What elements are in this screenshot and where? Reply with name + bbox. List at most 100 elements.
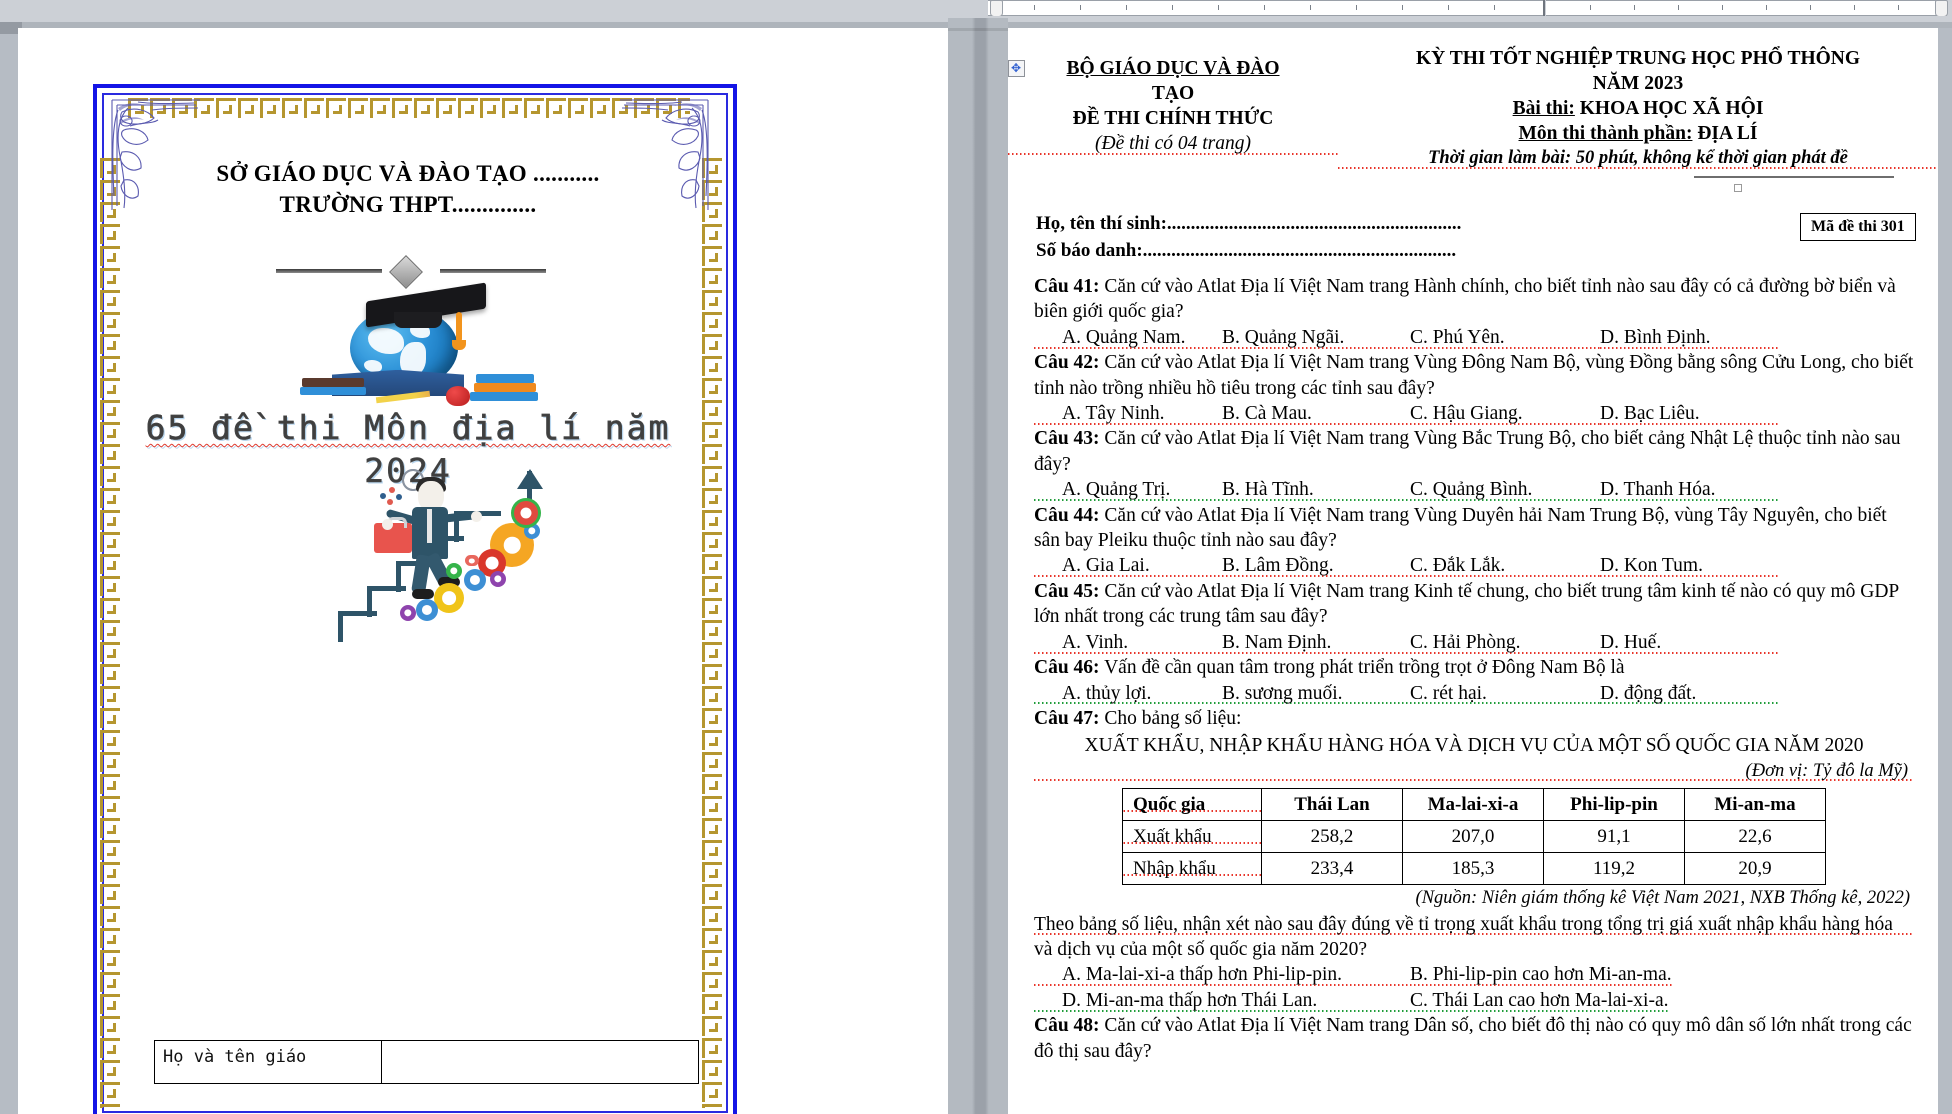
option-d[interactable]: D. Huế.: [1600, 629, 1780, 656]
exam-header-right: KỲ THI TỐT NGHIỆP TRUNG HỌC PHỔ THÔNG NĂ…: [1338, 46, 1938, 171]
cell-export-0: 258,2: [1261, 820, 1403, 854]
greek-key-border-top: [128, 98, 690, 118]
teacher-name-label[interactable]: Họ và tên giáo: [154, 1040, 382, 1084]
cover-school-line: TRƯỜNG THPT..............: [279, 192, 537, 217]
ruler-tick: [1218, 5, 1219, 10]
option-c[interactable]: C. Quảng Bình.: [1410, 477, 1600, 503]
option-a[interactable]: A. Quảng Trị.: [1034, 477, 1222, 503]
candidate-name-line[interactable]: Họ, tên thí sinh:.......................…: [1036, 210, 1461, 237]
option-c[interactable]: C. Hậu Giang.: [1410, 401, 1600, 427]
greek-key-unit: [326, 98, 346, 118]
ministry-line1: BỘ GIÁO DỤC VÀ ĐÀO: [1066, 58, 1280, 79]
option-a[interactable]: A. thủy lợi.: [1034, 680, 1222, 706]
right-indent-marker[interactable]: [1935, 0, 1948, 16]
ruler-tick: [1402, 5, 1403, 10]
data-table-source: (Nguồn: Niên giám thống kê Việt Nam 2021…: [1415, 888, 1910, 909]
option-b[interactable]: B. Cà Mau.: [1222, 401, 1410, 427]
table-resize-handle-icon[interactable]: [1734, 184, 1742, 192]
book-stack-2: [300, 387, 366, 395]
option-b[interactable]: B. sương muối.: [1222, 680, 1410, 706]
greek-key-unit: [702, 488, 722, 508]
greek-key-unit: [370, 98, 390, 118]
col-header-0: Thái Lan: [1261, 788, 1403, 822]
col-header-2: Phi-lip-pin: [1543, 788, 1685, 822]
figure-right-hand: [471, 511, 482, 522]
greek-key-unit: [216, 98, 236, 118]
greek-key-unit: [480, 98, 500, 118]
ruler-tick: [1590, 5, 1591, 10]
businessman-stairs-image: [338, 464, 548, 642]
option-a[interactable]: A. Gia Lai.: [1034, 553, 1222, 579]
greek-key-unit: [100, 1104, 120, 1108]
question-47-options-row1: A. Ma-lai-xi-a thấp hơn Phi-lip-pin. B. …: [1034, 962, 1914, 988]
greek-key-unit: [100, 554, 120, 574]
greek-key-unit: [100, 840, 120, 860]
cell-import-2: 119,2: [1543, 852, 1685, 886]
question-42-options: A. Tây Ninh. B. Cà Mau. C. Hậu Giang. D.…: [1034, 401, 1914, 427]
option-a[interactable]: A. Vinh.: [1034, 629, 1222, 656]
left-indent-marker[interactable]: [990, 0, 1003, 16]
question-46-label: Câu 46:: [1034, 657, 1100, 679]
option-d[interactable]: D. Kon Tum.: [1600, 553, 1780, 579]
greek-key-unit: [100, 290, 120, 310]
option-d[interactable]: D. động đất.: [1600, 680, 1780, 706]
option-b[interactable]: B. Phi-lip-pin cao hơn Mi-an-ma.: [1410, 962, 1672, 988]
subject-label: Môn thi thành phần:: [1518, 123, 1693, 144]
option-d[interactable]: D. Bình Định.: [1600, 324, 1780, 351]
greek-key-unit: [702, 950, 722, 970]
ruler-tick: [1494, 5, 1495, 10]
exam-year-line: NĂM 2023: [1592, 73, 1684, 94]
option-d[interactable]: D. Mi-an-ma thấp hơn Thái Lan.: [1034, 987, 1410, 1014]
ruler-margin-edge: [1543, 0, 1545, 16]
option-c[interactable]: C. Đắk Lắk.: [1410, 553, 1600, 579]
greek-key-unit: [100, 356, 120, 376]
greek-key-unit: [702, 664, 722, 684]
gear-blue-small: [524, 523, 540, 539]
option-c[interactable]: C. Phú Yên.: [1410, 324, 1600, 351]
ruler-tick: [1356, 5, 1357, 10]
teacher-name-value[interactable]: [381, 1040, 699, 1084]
greek-key-unit: [702, 884, 722, 904]
greek-key-unit: [702, 620, 722, 640]
option-a[interactable]: A. Tây Ninh.: [1034, 401, 1222, 427]
option-c[interactable]: C. rét hại.: [1410, 680, 1600, 706]
greek-key-unit: [702, 928, 722, 948]
gear-purple-tiny: [400, 605, 416, 621]
exam-name-line: KỲ THI TỐT NGHIỆP TRUNG HỌC PHỔ THÔNG: [1415, 48, 1861, 69]
ruler-segment-left[interactable]: [988, 0, 1543, 16]
teacher-info-table: Họ và tên giáo: [154, 1040, 699, 1084]
option-c[interactable]: C. Hải Phòng.: [1410, 629, 1600, 656]
greek-key-unit: [702, 796, 722, 816]
option-b[interactable]: B. Hà Tĩnh.: [1222, 477, 1410, 503]
question-41: Câu 41: Căn cứ vào Atlat Địa lí Việt Nam…: [1034, 274, 1914, 325]
option-b[interactable]: B. Lâm Đồng.: [1222, 553, 1410, 579]
ruler-tick: [1080, 5, 1081, 10]
ruler-tick: [1034, 5, 1035, 10]
greek-key-unit: [702, 972, 722, 992]
question-43-text: Căn cứ vào Atlat Địa lí Việt Nam trang V…: [1034, 428, 1901, 475]
option-d[interactable]: D. Bạc Liêu.: [1600, 401, 1780, 427]
option-a[interactable]: A. Quảng Nam.: [1034, 324, 1222, 351]
option-d[interactable]: D. Thanh Hóa.: [1600, 477, 1780, 503]
col-header-3: Mi-an-ma: [1684, 788, 1826, 822]
cell-import-3: 20,9: [1684, 852, 1826, 886]
greek-key-unit: [100, 906, 120, 926]
ruler-segment-right[interactable]: [1546, 0, 1946, 16]
greek-key-unit: [100, 268, 120, 288]
option-b[interactable]: B. Nam Định.: [1222, 629, 1410, 656]
greek-key-unit: [100, 444, 120, 464]
candidate-id-line[interactable]: Số báo danh:............................…: [1036, 237, 1461, 264]
tassel-icon: [456, 312, 462, 342]
horizontal-ruler[interactable]: [980, 0, 1952, 16]
greek-key-unit: [702, 642, 722, 662]
option-a[interactable]: A. Ma-lai-xi-a thấp hơn Phi-lip-pin.: [1034, 962, 1410, 988]
greek-key-unit: [100, 246, 120, 266]
exam-code-box: Mã đề thi 301: [1800, 213, 1916, 241]
option-b[interactable]: B. Quảng Ngãi.: [1222, 324, 1410, 351]
option-c[interactable]: C. Thái Lan cao hơn Ma-lai-xi-a.: [1410, 987, 1669, 1014]
question-44-options: A. Gia Lai. B. Lâm Đồng. C. Đắk Lắk. D. …: [1034, 553, 1914, 579]
cell-export-2: 91,1: [1543, 820, 1685, 854]
question-41-options: A. Quảng Nam. B. Quảng Ngãi. C. Phú Yên.…: [1034, 324, 1914, 351]
data-table-unit: (Đơn vị: Tỷ đô la Mỹ): [1034, 758, 1914, 785]
greek-key-unit: [100, 642, 120, 662]
